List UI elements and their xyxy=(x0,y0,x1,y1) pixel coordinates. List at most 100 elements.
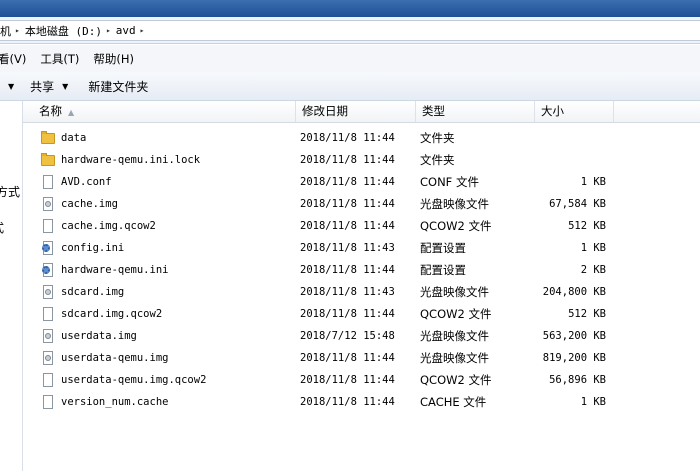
file-row[interactable]: version_num.cache 2018/11/8 11:44 CACHE 文件… xyxy=(23,391,700,413)
file-name-cell[interactable]: sdcard.img xyxy=(41,281,124,303)
file-icon xyxy=(41,306,55,322)
nav-item-fragment[interactable]: 式 xyxy=(0,219,4,236)
file-row[interactable]: userdata.img 2018/7/12 15:48 光盘映像文件 563,200… xyxy=(23,325,700,347)
file-name-cell[interactable]: hardware-qemu.ini xyxy=(41,259,168,281)
menu-help[interactable]: 帮助(H) xyxy=(93,51,134,67)
folder-icon xyxy=(41,130,55,146)
file-date: 2018/11/8 11:44 xyxy=(300,264,395,276)
folder-icon xyxy=(41,152,55,168)
file-type: QCOW2 文件 xyxy=(420,219,492,233)
menu-view[interactable]: 看(V) xyxy=(0,51,26,67)
share-button[interactable]: 共享 ▼ xyxy=(30,78,68,95)
address-path[interactable]: 机 ▸ 本地磁盘 (D:) ▸ avd ▸ xyxy=(0,20,700,41)
file-row[interactable]: hardware-qemu.ini 2018/11/8 11:44 配置设置 2 KB xyxy=(23,259,700,281)
file-type: CONF 文件 xyxy=(420,175,479,189)
file-icon xyxy=(41,174,55,190)
navigation-pane[interactable]: 方式 式 xyxy=(0,101,23,471)
disc-icon xyxy=(41,328,55,344)
column-header-size[interactable]: 大小 xyxy=(535,101,614,122)
file-date: 2018/11/8 11:43 xyxy=(300,286,395,298)
file-name-cell[interactable]: sdcard.img.qcow2 xyxy=(41,303,162,325)
column-header-type[interactable]: 类型 xyxy=(416,101,535,122)
file-name-cell[interactable]: AVD.conf xyxy=(41,171,112,193)
file-name-cell[interactable]: cache.img.qcow2 xyxy=(41,215,156,237)
file-size: 1 KB xyxy=(580,396,606,408)
file-size: 563,200 KB xyxy=(542,330,606,342)
file-type: CACHE 文件 xyxy=(420,395,487,409)
file-icon xyxy=(41,394,55,410)
file-date: 2018/11/8 11:44 xyxy=(300,374,395,386)
file-row[interactable]: userdata-qemu.img 2018/11/8 11:44 光盘映像文件 81… xyxy=(23,347,700,369)
file-type: 配置设置 xyxy=(420,263,466,277)
file-name: userdata-qemu.img xyxy=(61,352,169,364)
file-name: cache.img.qcow2 xyxy=(61,220,156,232)
menu-tools[interactable]: 工具(T) xyxy=(40,51,79,67)
chevron-down-icon[interactable]: ▼ xyxy=(8,82,14,91)
file-name-cell[interactable]: version_num.cache xyxy=(41,391,168,413)
chevron-right-icon[interactable]: ▸ xyxy=(106,26,111,35)
breadcrumb-computer[interactable]: 机 ▸ xyxy=(0,23,25,39)
file-size: 512 KB xyxy=(568,220,606,232)
disc-icon xyxy=(41,196,55,212)
file-row[interactable]: cache.img 2018/11/8 11:44 光盘映像文件 67,584 KB xyxy=(23,193,700,215)
file-size: 1 KB xyxy=(580,242,606,254)
file-type: QCOW2 文件 xyxy=(420,373,492,387)
file-type: 配置设置 xyxy=(420,241,466,255)
file-row[interactable]: config.ini 2018/11/8 11:43 配置设置 1 KB xyxy=(23,237,700,259)
column-header: 名称 ▲ 修改日期 类型 大小 xyxy=(23,101,700,123)
file-date: 2018/11/8 11:44 xyxy=(300,154,395,166)
file-type: 文件夹 xyxy=(420,131,455,145)
chevron-down-icon: ▼ xyxy=(62,81,69,91)
file-name: userdata-qemu.img.qcow2 xyxy=(61,374,207,386)
file-icon xyxy=(41,372,55,388)
file-row[interactable]: sdcard.img 2018/11/8 11:43 光盘映像文件 204,800 K… xyxy=(23,281,700,303)
command-bar: ▼ 共享 ▼ 新建文件夹 xyxy=(0,72,700,101)
chevron-right-icon[interactable]: ▸ xyxy=(15,26,20,35)
file-date: 2018/11/8 11:44 xyxy=(300,220,395,232)
file-type: 文件夹 xyxy=(420,153,455,167)
file-type: 光盘映像文件 xyxy=(420,329,489,343)
address-bar: 机 ▸ 本地磁盘 (D:) ▸ avd ▸ xyxy=(0,17,700,44)
menu-bar: 看(V) 工具(T) 帮助(H) xyxy=(0,45,700,72)
column-header-name[interactable]: 名称 ▲ xyxy=(33,101,296,122)
file-size: 1 KB xyxy=(580,176,606,188)
file-name-cell[interactable]: config.ini xyxy=(41,237,124,259)
file-size: 204,800 KB xyxy=(542,286,606,298)
breadcrumb-drive[interactable]: 本地磁盘 (D:) ▸ xyxy=(25,23,116,39)
file-row[interactable]: hardware-qemu.ini.lock 2018/11/8 11:44 文件夹 xyxy=(23,149,700,171)
window-title-bar xyxy=(0,0,700,17)
file-name-cell[interactable]: data xyxy=(41,127,86,149)
file-type: 光盘映像文件 xyxy=(420,351,489,365)
file-size: 2 KB xyxy=(580,264,606,276)
file-date: 2018/11/8 11:43 xyxy=(300,242,395,254)
file-date: 2018/11/8 11:44 xyxy=(300,132,395,144)
file-name: cache.img xyxy=(61,198,118,210)
file-name: sdcard.img xyxy=(61,286,125,298)
file-name: AVD.conf xyxy=(61,176,112,188)
file-name-cell[interactable]: userdata-qemu.img xyxy=(41,347,168,369)
file-name-cell[interactable]: userdata.img xyxy=(41,325,137,347)
column-header-date[interactable]: 修改日期 xyxy=(296,101,416,122)
file-date: 2018/11/8 11:44 xyxy=(300,198,395,210)
file-date: 2018/11/8 11:44 xyxy=(300,308,395,320)
file-name-cell[interactable]: hardware-qemu.ini.lock xyxy=(41,149,200,171)
file-date: 2018/7/12 15:48 xyxy=(300,330,395,342)
file-row[interactable]: userdata-qemu.img.qcow2 2018/11/8 11:44 QC… xyxy=(23,369,700,391)
new-folder-button[interactable]: 新建文件夹 xyxy=(88,78,148,95)
file-size: 819,200 KB xyxy=(542,352,606,364)
chevron-right-icon[interactable]: ▸ xyxy=(140,26,145,35)
file-list: data 2018/11/8 11:44 文件夹 hardware-qemu.ini.… xyxy=(23,127,700,413)
breadcrumb-avd[interactable]: avd ▸ xyxy=(116,24,150,37)
file-name-cell[interactable]: userdata-qemu.img.qcow2 xyxy=(41,369,206,391)
file-row[interactable]: cache.img.qcow2 2018/11/8 11:44 QCOW2 文件 51… xyxy=(23,215,700,237)
nav-item-fragment[interactable]: 方式 xyxy=(0,183,20,200)
file-row[interactable]: data 2018/11/8 11:44 文件夹 xyxy=(23,127,700,149)
file-row[interactable]: sdcard.img.qcow2 2018/11/8 11:44 QCOW2 文件 5… xyxy=(23,303,700,325)
file-name-cell[interactable]: cache.img xyxy=(41,193,118,215)
gear-icon xyxy=(41,262,55,278)
file-size: 56,896 KB xyxy=(549,374,606,386)
file-date: 2018/11/8 11:44 xyxy=(300,396,395,408)
file-size: 67,584 KB xyxy=(549,198,606,210)
file-row[interactable]: AVD.conf 2018/11/8 11:44 CONF 文件 1 KB xyxy=(23,171,700,193)
file-name: hardware-qemu.ini xyxy=(61,264,169,276)
